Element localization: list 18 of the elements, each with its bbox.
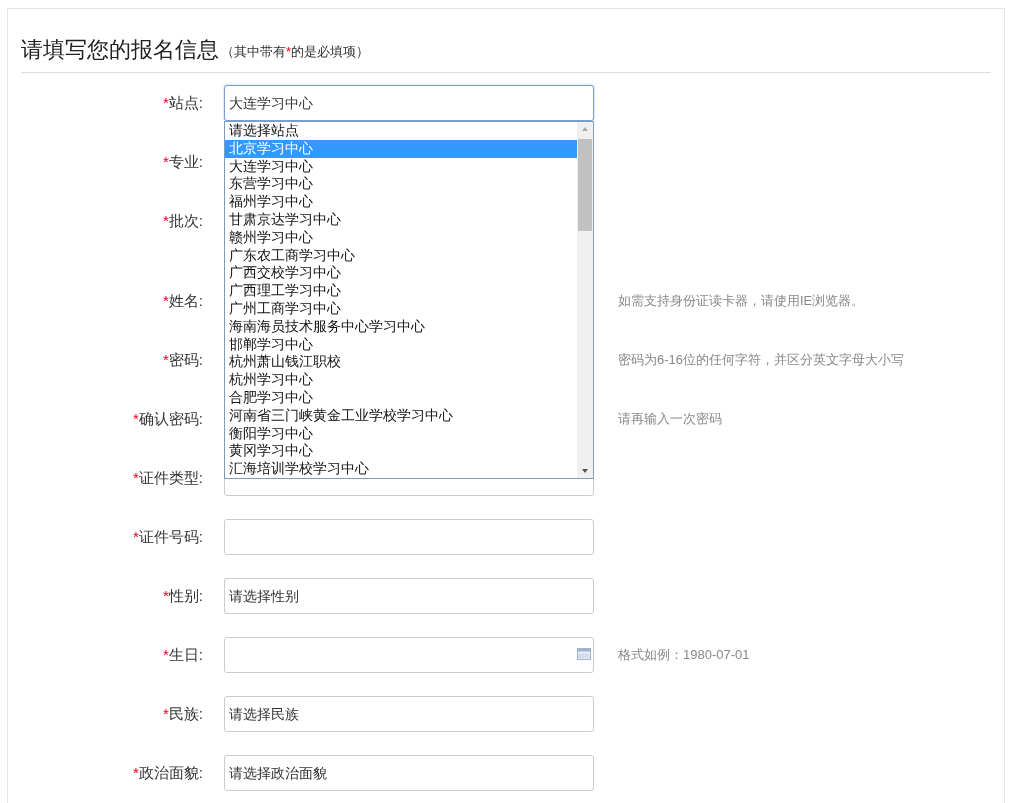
field-label: *性别: — [163, 585, 203, 606]
field-label: *密码: — [163, 349, 203, 370]
field-label: *证件类型: — [133, 467, 203, 488]
field-label: *政治面貌: — [133, 762, 203, 783]
field-label: *专业: — [163, 151, 203, 172]
field-label: *民族: — [163, 703, 203, 724]
field-label: *生日: — [163, 644, 203, 665]
field-hint: 如需支持身份证读卡器，请使用IE浏览器。 — [618, 292, 865, 311]
field-label: *证件号码: — [133, 526, 203, 547]
form-title: 请填写您的报名信息 — [21, 36, 219, 64]
field-hint: 格式如例：1980-07-01 — [618, 646, 750, 665]
required-note: （其中带有*的是必填项） — [221, 42, 370, 61]
field-label: *确认密码: — [133, 408, 203, 429]
field-label: *姓名: — [163, 290, 203, 311]
field-hint: 密码为6-16位的任何字符，并区分英文字母大小写 — [618, 351, 905, 370]
field-label: *批次: — [163, 210, 203, 231]
field-hint: 请再输入一次密码 — [618, 410, 722, 429]
field-label: *站点: — [163, 92, 203, 113]
